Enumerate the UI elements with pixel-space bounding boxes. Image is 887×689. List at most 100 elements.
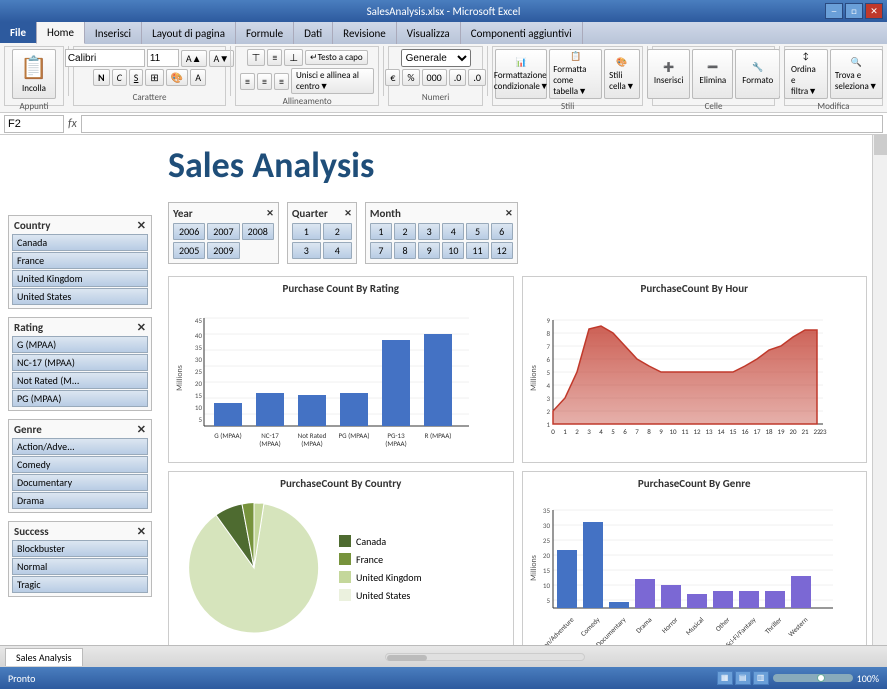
month-7[interactable]: 7	[370, 242, 392, 259]
page-layout-button[interactable]: ▤	[735, 671, 751, 685]
underline-button[interactable]: S	[129, 69, 144, 86]
font-name-input[interactable]	[65, 49, 145, 67]
quarter-1[interactable]: 1	[292, 223, 321, 240]
country-item-canada[interactable]: Canada	[12, 234, 148, 251]
percent-button[interactable]: %	[402, 69, 419, 86]
month-9[interactable]: 9	[418, 242, 440, 259]
italic-button[interactable]: C	[112, 69, 127, 86]
genre-filter-icon[interactable]: ✕	[137, 423, 146, 436]
insert-cell-button[interactable]: ➕Inserisci	[647, 49, 691, 99]
zoom-slider-thumb[interactable]	[817, 674, 825, 682]
rating-item-notrated[interactable]: Not Rated (M...	[12, 372, 148, 389]
zoom-slider[interactable]	[773, 674, 853, 682]
tab-componenti[interactable]: Componenti aggiuntivi	[461, 22, 583, 44]
minimize-button[interactable]: ─	[825, 3, 843, 19]
country-item-uk[interactable]: United Kingdom	[12, 270, 148, 287]
tab-formule[interactable]: Formule	[236, 22, 294, 44]
year-2007[interactable]: 2007	[207, 223, 239, 240]
border-button[interactable]: ⊞	[145, 69, 163, 86]
scrollbar-thumb[interactable]	[874, 135, 887, 155]
month-6[interactable]: 6	[491, 223, 513, 240]
year-2005[interactable]: 2005	[173, 242, 205, 259]
number-format-select[interactable]: Generale	[401, 49, 471, 67]
conditional-format-button[interactable]: 📊Formattazionecondizionale▼	[495, 49, 547, 99]
sort-filter-button[interactable]: ↕Ordinae filtra▼	[784, 49, 828, 99]
sheet-tab-sales-analysis[interactable]: Sales Analysis	[5, 648, 83, 666]
country-item-france[interactable]: France	[12, 252, 148, 269]
font-color-button[interactable]: A	[190, 69, 206, 86]
genre-item-action[interactable]: Action/Adve...	[12, 438, 148, 455]
tab-dati[interactable]: Dati	[294, 22, 333, 44]
month-8[interactable]: 8	[394, 242, 416, 259]
year-2009[interactable]: 2009	[207, 242, 239, 259]
page-break-button[interactable]: ▥	[753, 671, 769, 685]
decimal-dec-button[interactable]: .0	[468, 69, 486, 86]
paste-button[interactable]: 📋 Incolla	[12, 49, 56, 99]
year-2008[interactable]: 2008	[242, 223, 274, 240]
quarter-2[interactable]: 2	[323, 223, 352, 240]
vertical-scrollbar[interactable]	[872, 135, 887, 645]
year-filter-close[interactable]: ✕	[266, 208, 274, 219]
month-1[interactable]: 1	[370, 223, 392, 240]
tab-file[interactable]: File	[0, 22, 37, 44]
align-left-button[interactable]: ≡	[240, 73, 255, 90]
formula-input[interactable]	[81, 115, 883, 133]
quarter-filter-close[interactable]: ✕	[344, 208, 352, 219]
align-top-button[interactable]: ⊤	[247, 49, 266, 66]
success-item-tragic[interactable]: Tragic	[12, 576, 148, 593]
merge-button[interactable]: Unisci e allinea al centro▼	[291, 68, 374, 94]
rating-item-g[interactable]: G (MPAA)	[12, 336, 148, 353]
month-2[interactable]: 2	[394, 223, 416, 240]
month-5[interactable]: 5	[466, 223, 488, 240]
rating-item-nc17[interactable]: NC-17 (MPAA)	[12, 354, 148, 371]
horizontal-scrollbar[interactable]	[88, 653, 882, 661]
wrap-button[interactable]: ↵Testo a capo	[305, 50, 368, 65]
font-size-input[interactable]	[147, 49, 179, 67]
delete-cell-button[interactable]: ➖Elimina	[692, 49, 733, 99]
tab-layout[interactable]: Layout di pagina	[142, 22, 236, 44]
genre-item-documentary[interactable]: Documentary	[12, 474, 148, 491]
genre-item-drama[interactable]: Drama	[12, 492, 148, 509]
maximize-button[interactable]: □	[845, 3, 863, 19]
normal-view-button[interactable]: ▦	[717, 671, 733, 685]
month-3[interactable]: 3	[418, 223, 440, 240]
fill-color-button[interactable]: 🎨	[166, 69, 188, 86]
currency-button[interactable]: €	[385, 69, 400, 86]
cell-styles-button[interactable]: 🎨Stilicella▼	[604, 49, 640, 99]
success-item-normal[interactable]: Normal	[12, 558, 148, 575]
font-grow-button[interactable]: A▲	[181, 50, 207, 67]
month-12[interactable]: 12	[491, 242, 513, 259]
quarter-3[interactable]: 3	[292, 242, 321, 259]
close-button[interactable]: ✕	[865, 3, 883, 19]
svg-text:Horror: Horror	[659, 615, 679, 635]
align-center-button[interactable]: ≡	[257, 73, 272, 90]
tab-inserisci[interactable]: Inserisci	[85, 22, 142, 44]
align-bot-button[interactable]: ⊥	[284, 49, 303, 66]
success-item-blockbuster[interactable]: Blockbuster	[12, 540, 148, 557]
year-2006[interactable]: 2006	[173, 223, 205, 240]
quarter-4[interactable]: 4	[323, 242, 352, 259]
success-filter-icon[interactable]: ✕	[137, 525, 146, 538]
tab-visualizza[interactable]: Visualizza	[397, 22, 461, 44]
tab-home[interactable]: Home	[37, 22, 85, 44]
format-table-button[interactable]: 📋Formattacome tabella▼	[549, 49, 602, 99]
month-10[interactable]: 10	[442, 242, 464, 259]
rating-item-pg[interactable]: PG (MPAA)	[12, 390, 148, 407]
find-select-button[interactable]: 🔍Trova eseleziona▼	[830, 49, 883, 99]
month-4[interactable]: 4	[442, 223, 464, 240]
thousand-button[interactable]: 000	[422, 69, 447, 86]
genre-item-comedy[interactable]: Comedy	[12, 456, 148, 473]
decimal-inc-button[interactable]: .0	[449, 69, 467, 86]
rating-filter-icon[interactable]: ✕	[137, 321, 146, 334]
country-item-us[interactable]: United States	[12, 288, 148, 305]
format-cell-button[interactable]: 🔧Formato	[735, 49, 780, 99]
country-filter-icon[interactable]: ✕	[137, 219, 146, 232]
month-filter-close[interactable]: ✕	[505, 208, 513, 219]
cell-reference-input[interactable]	[4, 115, 64, 133]
align-right-button[interactable]: ≡	[274, 73, 289, 90]
legend-canada-color	[339, 535, 351, 547]
bold-button[interactable]: N	[93, 69, 110, 86]
tab-revisione[interactable]: Revisione	[333, 22, 397, 44]
month-11[interactable]: 11	[466, 242, 488, 259]
align-mid-button[interactable]: ≡	[267, 49, 282, 66]
